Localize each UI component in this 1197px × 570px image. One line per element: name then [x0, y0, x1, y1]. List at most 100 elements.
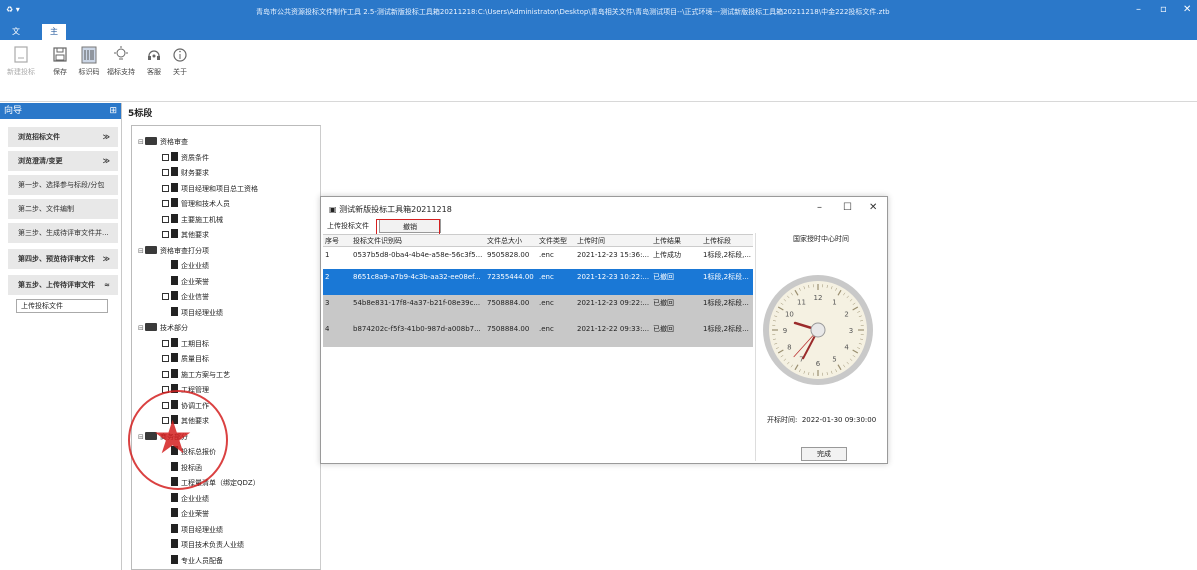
- save-button[interactable]: 保存: [50, 46, 70, 77]
- sidebar-item-step4[interactable]: 第四步、预览待评审文件 ≫: [8, 249, 118, 269]
- tree-item[interactable]: 企业荣誉: [162, 508, 209, 520]
- clock-tick: [790, 364, 793, 368]
- document-icon: [171, 213, 178, 223]
- app-system-icons[interactable]: ♻ ▾: [6, 5, 20, 14]
- table-row[interactable]: 4 b874202c-f5f3-41b0-987d-a008b7... 750888…: [323, 321, 753, 347]
- tree-folder[interactable]: ⊟ 资格审查打分项: [138, 245, 209, 257]
- tree-checkbox[interactable]: [162, 339, 169, 347]
- restore-icon[interactable]: ▫: [1160, 4, 1167, 15]
- save-label: 保存: [53, 68, 67, 76]
- tree-item[interactable]: 项目技术负责人业绩: [162, 539, 244, 551]
- cell-type: .enc: [539, 251, 554, 259]
- chevron-icon: ≈: [104, 281, 110, 289]
- tree-item[interactable]: 企业业绩: [162, 260, 209, 272]
- tree-item[interactable]: 工期目标: [162, 337, 209, 350]
- minimize-icon[interactable]: –: [1136, 4, 1141, 15]
- dialog-minimize-icon[interactable]: –: [817, 202, 822, 213]
- clock-tick: [857, 311, 861, 313]
- tree-item[interactable]: 质量目标: [162, 353, 209, 365]
- cell-time: 2021-12-23 10:22:...: [577, 273, 650, 281]
- tree-folder[interactable]: ⊟ 资格审查: [138, 136, 188, 148]
- support-button[interactable]: 福标支持: [106, 46, 136, 77]
- tree-checkbox[interactable]: [162, 215, 169, 223]
- tree-item[interactable]: 主要施工机械: [162, 213, 223, 226]
- tree-item[interactable]: 项目经理业绩: [162, 306, 223, 319]
- tree-checkbox[interactable]: [162, 355, 169, 362]
- tree-item[interactable]: 项目经理业绩: [162, 523, 223, 536]
- sidebar-item-browse-tender[interactable]: 浏览招标文件 ≫: [8, 127, 118, 147]
- tree-item[interactable]: 企业荣誉: [162, 275, 209, 288]
- clock-tick: [858, 343, 862, 345]
- tree-folder[interactable]: ⊟ 技术部分: [138, 322, 188, 334]
- chevron-icon: ≫: [102, 255, 110, 263]
- new-bid-button[interactable]: 新建投标: [6, 46, 36, 77]
- tab-home[interactable]: 主页: [42, 24, 66, 52]
- col-section: 上传标段: [703, 237, 731, 245]
- sidebar-item-step5[interactable]: 第五步、上传待评审文件 ≈: [8, 275, 118, 295]
- tree-item[interactable]: 其他要求: [162, 229, 209, 241]
- table-header: 序号 投标文件识别码 文件总大小 文件类型 上传时间 上传结果 上传标段: [323, 235, 753, 247]
- tree-item[interactable]: 财务要求: [162, 167, 209, 179]
- tree-item[interactable]: 专业人员配备: [162, 554, 223, 567]
- collapse-icon[interactable]: ⊟: [138, 245, 145, 257]
- sidebar-item-label: 第二步、文件编制: [18, 205, 74, 213]
- tree-checkbox[interactable]: [162, 231, 169, 238]
- tree-item[interactable]: 资质条件: [162, 151, 209, 164]
- upload-bid-file-button[interactable]: 上传投标文件: [16, 299, 108, 313]
- table-row[interactable]: 3 54b8e831-17f8-4a37-b21f-08e39c... 750888…: [323, 295, 753, 321]
- clock-number: 6: [816, 360, 821, 368]
- col-id: 投标文件识别码: [353, 237, 402, 245]
- window-title: 青岛市公共资源投标文件制作工具 2.5-测试新版投标工具箱20211218:C:…: [256, 8, 890, 16]
- about-button[interactable]: 关于: [170, 46, 190, 77]
- tree-checkbox[interactable]: [162, 293, 169, 300]
- cell-no: 3: [325, 299, 330, 307]
- dialog-close-icon[interactable]: ✕: [869, 202, 877, 213]
- sidebar-item-browse-clarification[interactable]: 浏览澄清/变更 ≫: [8, 151, 118, 171]
- tab-file[interactable]: 文件: [4, 24, 28, 52]
- document-tree: ⊟ 资格审查资质条件财务要求项目经理和项目总工资格 管理和技术人员 主要施工机械 其他要…: [131, 125, 321, 570]
- upload-bid-file-link[interactable]: 上传投标文件: [327, 219, 369, 233]
- document-icon: [171, 492, 178, 502]
- tree-checkbox[interactable]: [162, 200, 169, 207]
- barcode-button[interactable]: 标识码: [76, 46, 102, 77]
- dialog-maximize-icon[interactable]: ☐: [843, 202, 852, 213]
- tree-checkbox[interactable]: [162, 370, 169, 378]
- tree-item[interactable]: 企业信誉: [162, 291, 209, 303]
- tree-item[interactable]: 管理和技术人员: [162, 198, 230, 210]
- upload-table: 序号 投标文件识别码 文件总大小 文件类型 上传时间 上传结果 上传标段 1 05…: [323, 234, 753, 460]
- document-icon: [171, 291, 178, 300]
- collapse-icon[interactable]: ⊟: [138, 136, 145, 148]
- collapse-icon[interactable]: ⊟: [138, 322, 145, 334]
- tree-item[interactable]: 施工方案与工艺: [162, 368, 230, 381]
- done-button[interactable]: 完成: [801, 447, 847, 461]
- sidebar-item-step1[interactable]: 第一步、选择参与标段/分包: [8, 175, 118, 195]
- document-icon: [171, 275, 178, 285]
- document-icon: [171, 306, 178, 316]
- tree-checkbox[interactable]: [162, 184, 169, 192]
- close-icon[interactable]: ✕: [1183, 4, 1191, 15]
- table-row[interactable]: 2 8651c8a9-a7b9-4c3b-aa32-ee08ef... 723554…: [323, 269, 753, 295]
- tree-checkbox[interactable]: [162, 169, 169, 176]
- cell-result: 已撤回: [653, 325, 674, 333]
- tree-label: 企业荣誉: [181, 510, 209, 518]
- tree-item[interactable]: 项目经理和项目总工资格: [162, 182, 258, 195]
- pin-icon[interactable]: ⊞: [109, 103, 117, 119]
- tree-label: 技术部分: [160, 324, 188, 332]
- sidebar-item-label: 第一步、选择参与标段/分包: [18, 181, 105, 189]
- tree-checkbox[interactable]: [162, 153, 169, 161]
- clock-tick: [852, 302, 856, 305]
- table-row[interactable]: 1 0537b5d8-0ba4-4b4e-a58e-56c3f5... 950582…: [323, 247, 753, 267]
- clock-tick: [780, 355, 784, 358]
- document-icon: [171, 167, 178, 176]
- col-size: 文件总大小: [487, 237, 522, 245]
- new-bid-label: 新建投标: [7, 68, 35, 76]
- clock-number: 2: [844, 311, 848, 319]
- customer-service-button[interactable]: 客服: [144, 46, 164, 77]
- sidebar-item-step2[interactable]: 第二步、文件编制: [8, 199, 118, 219]
- sidebar-item-step3[interactable]: 第三步、生成待评审文件并...: [8, 223, 118, 243]
- clock-tick: [835, 369, 837, 373]
- clock-tick: [837, 364, 842, 371]
- tree-item[interactable]: 企业业绩: [162, 492, 209, 505]
- seal-star-icon: ★: [152, 410, 194, 464]
- sidebar-item-label: 第三步、生成待评审文件并...: [18, 229, 109, 237]
